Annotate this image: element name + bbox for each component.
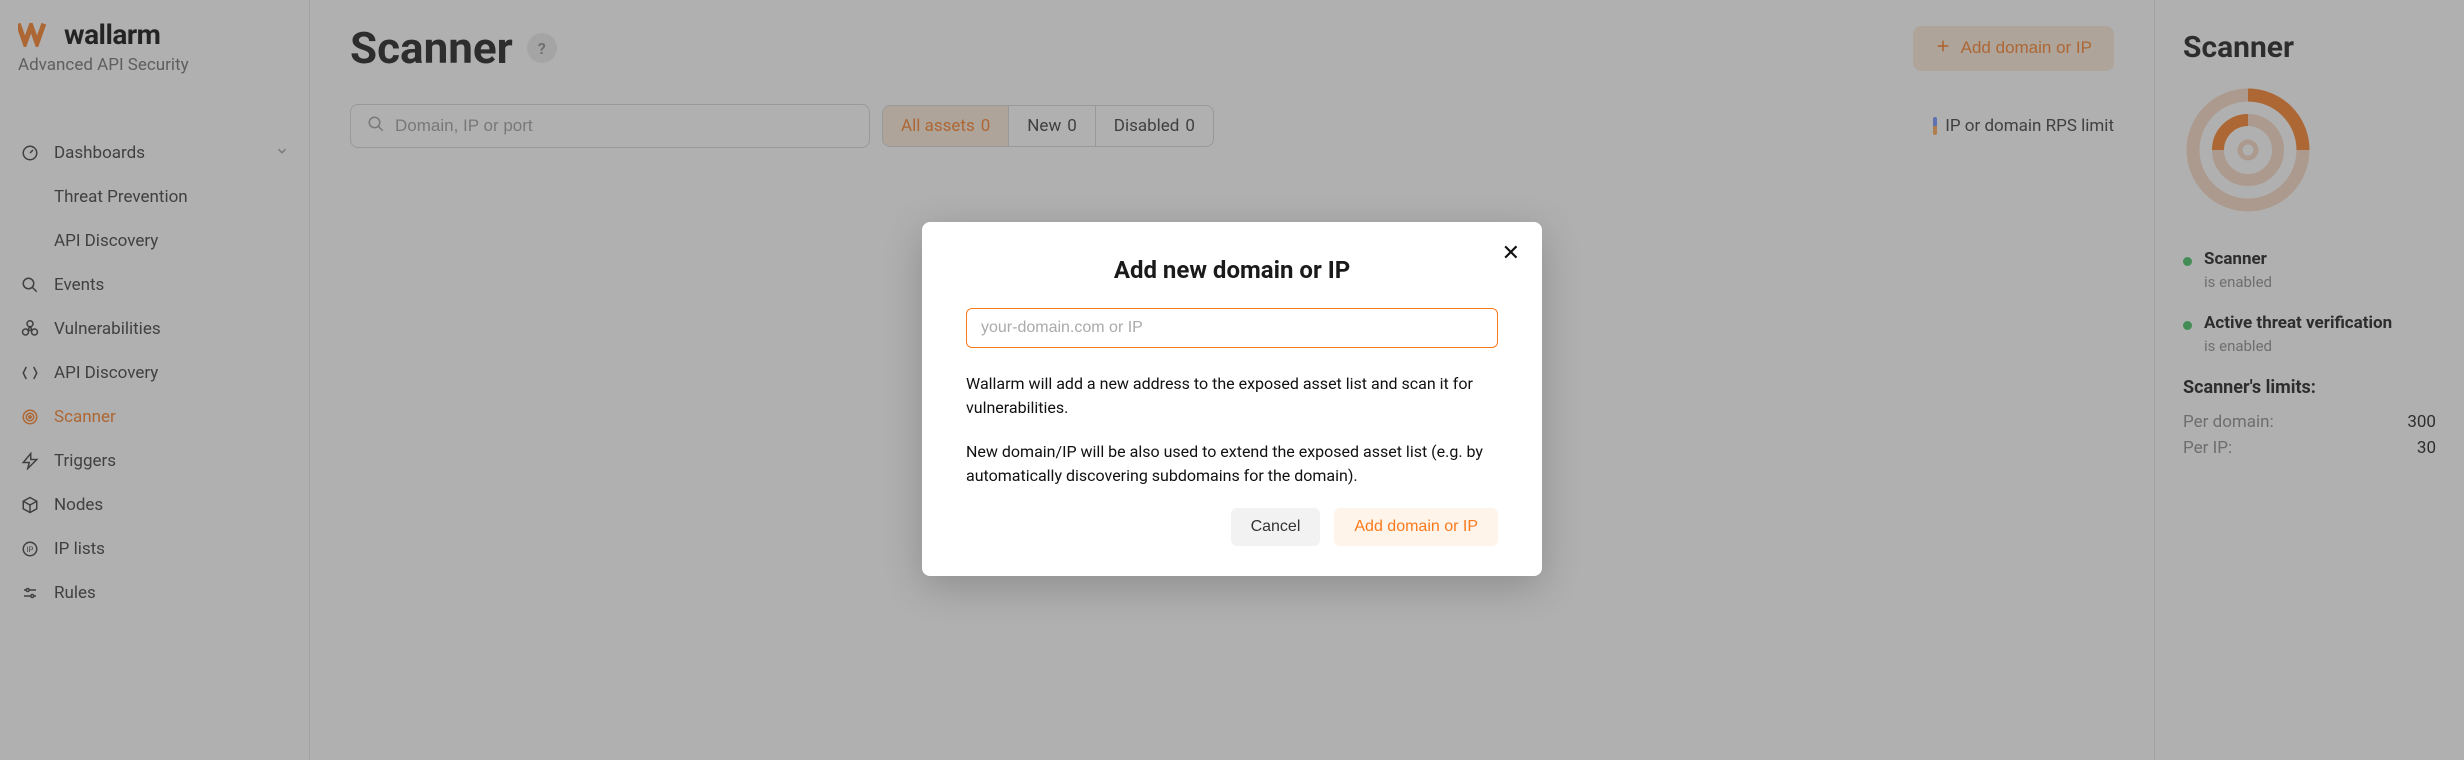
modal-overlay[interactable]: ✕ Add new domain or IP Wallarm will add …: [0, 0, 2464, 760]
add-domain-modal: ✕ Add new domain or IP Wallarm will add …: [922, 222, 1542, 576]
cancel-button[interactable]: Cancel: [1231, 508, 1321, 546]
modal-description-1: Wallarm will add a new address to the ex…: [966, 372, 1498, 420]
domain-input[interactable]: [966, 308, 1498, 348]
modal-title: Add new domain or IP: [966, 256, 1498, 284]
confirm-add-button[interactable]: Add domain or IP: [1334, 508, 1498, 546]
close-icon: ✕: [1502, 240, 1520, 265]
close-button[interactable]: ✕: [1502, 240, 1520, 266]
modal-description-2: New domain/IP will be also used to exten…: [966, 440, 1498, 488]
